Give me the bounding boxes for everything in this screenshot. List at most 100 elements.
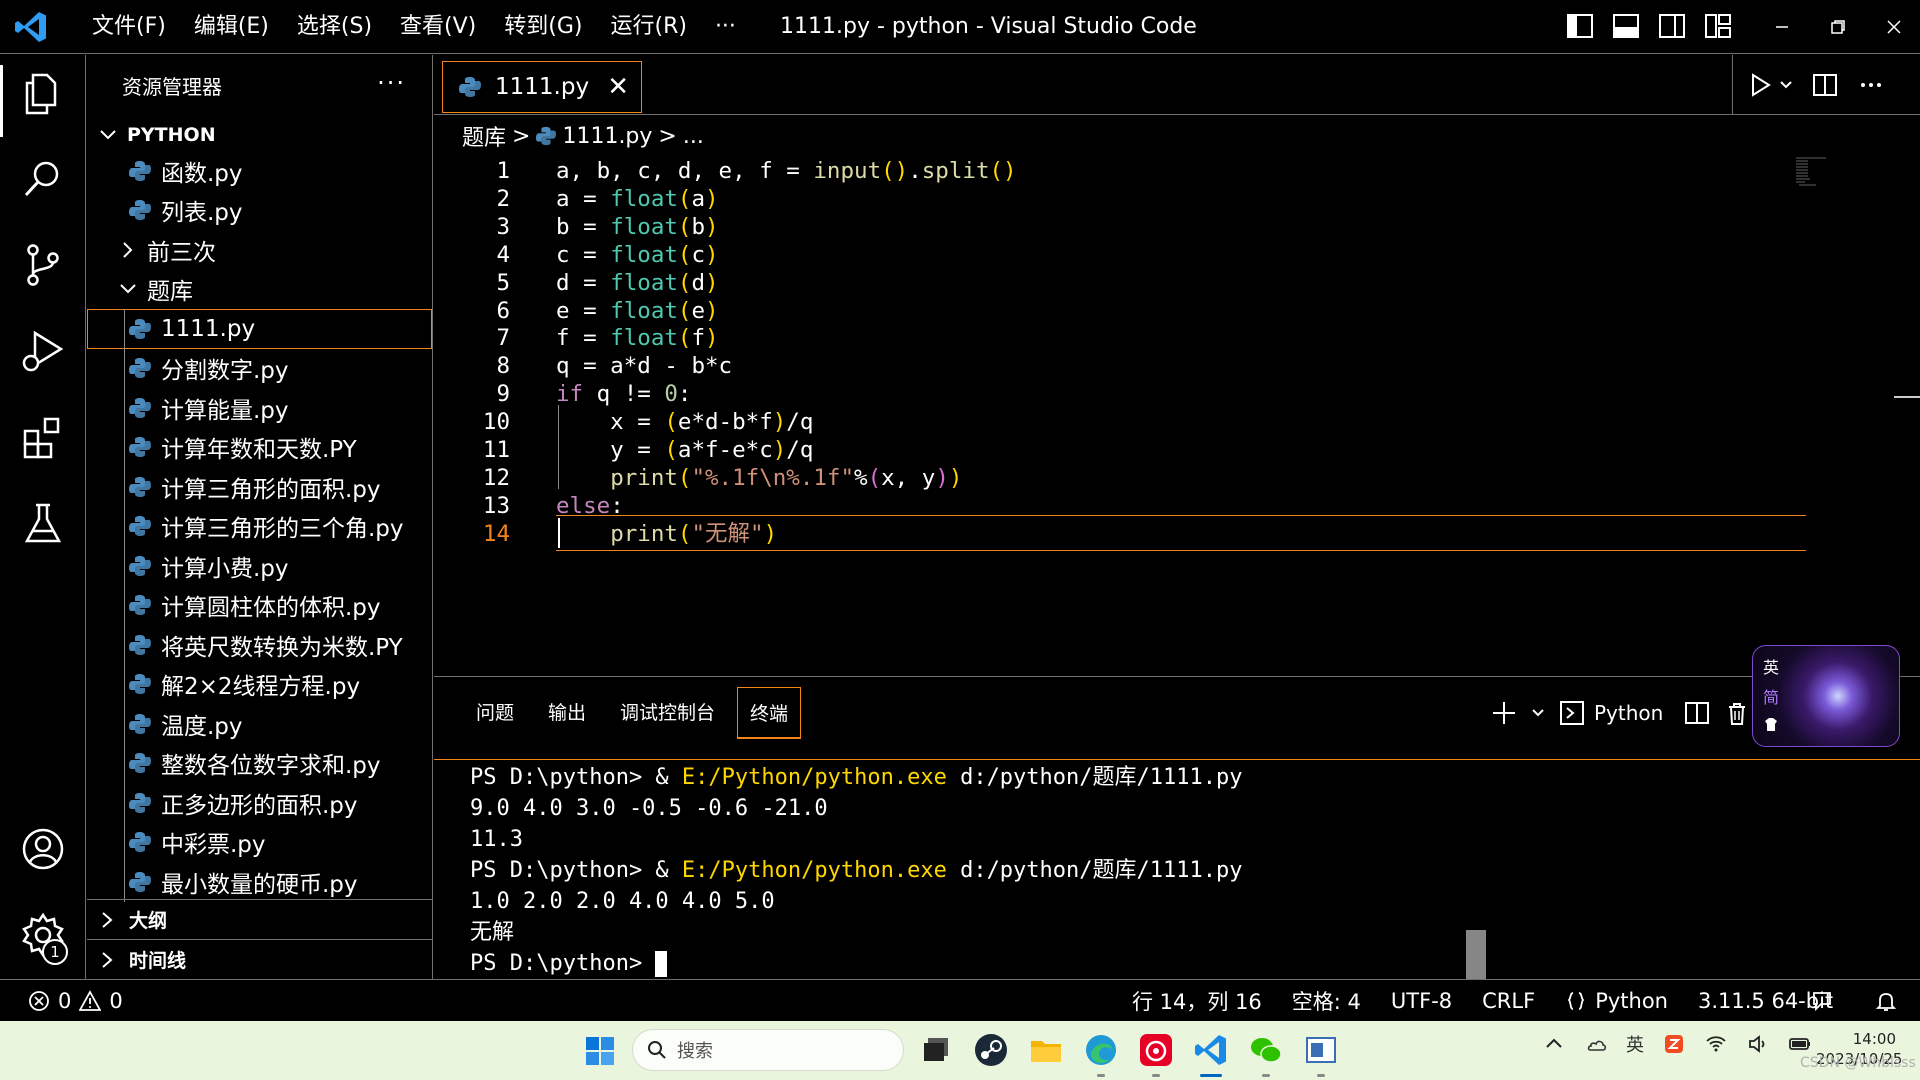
windows-start-icon[interactable]: [584, 1035, 616, 1067]
python-file-icon: [129, 753, 151, 774]
wechat-icon[interactable]: [1248, 1032, 1284, 1068]
run-debug-icon[interactable]: [19, 327, 67, 375]
tab-terminal[interactable]: 终端: [737, 687, 802, 739]
end-of-line[interactable]: CRLF: [1482, 989, 1535, 1013]
menu-go[interactable]: 转到(G): [490, 0, 596, 54]
tree-item-file[interactable]: 函数.py: [87, 151, 432, 191]
tree-item-file[interactable]: 计算小费.py: [87, 546, 432, 586]
ime-mode[interactable]: 简: [1763, 684, 1779, 708]
tab-output[interactable]: 输出: [536, 687, 598, 739]
menu-run[interactable]: 运行(R): [596, 0, 700, 54]
toggle-secondary-sidebar-icon[interactable]: [1658, 12, 1686, 40]
chevron-down-icon[interactable]: [1779, 71, 1793, 99]
tree-item-file[interactable]: 中彩票.py: [87, 822, 432, 862]
language-mode[interactable]: Python: [1565, 989, 1668, 1013]
code-line[interactable]: 14 print("无解"): [434, 517, 1794, 551]
menu-file[interactable]: 文件(F): [78, 0, 180, 54]
toggle-primary-sidebar-icon[interactable]: [1566, 12, 1594, 40]
terminal[interactable]: PS D:\python> & E:/Python/python.exe d:/…: [434, 759, 1920, 980]
tray-ime-indicator[interactable]: 英: [1626, 1031, 1644, 1057]
file-explorer-icon[interactable]: [1028, 1032, 1064, 1068]
terminal-shell-label[interactable]: Python: [1594, 701, 1663, 725]
problems-status[interactable]: 0 0: [28, 989, 123, 1013]
wifi-icon[interactable]: [1704, 1032, 1728, 1056]
edge-browser-icon[interactable]: [1083, 1032, 1119, 1068]
bell-icon[interactable]: [1874, 989, 1898, 1013]
tree-item-folder[interactable]: 题库: [87, 270, 432, 310]
battery-icon[interactable]: [1788, 1032, 1812, 1056]
tree-item-file[interactable]: 将英尺数转换为米数.PY: [87, 625, 432, 665]
menu-more[interactable]: ···: [701, 0, 750, 54]
tree-item-folder[interactable]: 前三次: [87, 230, 432, 270]
tree-item-file[interactable]: 计算三角形的三个角.py: [87, 506, 432, 546]
menu-edit[interactable]: 编辑(E): [180, 0, 283, 54]
toggle-panel-icon[interactable]: [1612, 12, 1640, 40]
tree-item-file[interactable]: 计算三角形的面积.py: [87, 467, 432, 507]
steam-icon[interactable]: [973, 1032, 1009, 1068]
vscode-logo-icon[interactable]: [14, 10, 48, 44]
search-icon[interactable]: [19, 155, 67, 203]
breadcrumb-file[interactable]: 1111.py: [562, 124, 652, 149]
breadcrumb-symbols[interactable]: ...: [683, 124, 704, 149]
tree-item-file[interactable]: 整数各位数字求和.py: [87, 743, 432, 783]
volume-icon[interactable]: [1746, 1032, 1770, 1056]
sogou-input-icon[interactable]: [1662, 1032, 1686, 1056]
vscode-taskbar-icon[interactable]: [1193, 1032, 1229, 1068]
code-editor[interactable]: 1 a, b, c, d, e, f = input().split() 2 a = …: [434, 156, 1920, 676]
new-terminal-icon[interactable]: [1490, 699, 1518, 727]
task-view-icon[interactable]: [918, 1032, 954, 1068]
run-python-file-icon[interactable]: [1747, 71, 1775, 99]
chevron-up-icon[interactable]: [1542, 1032, 1566, 1056]
ime-floating-widget[interactable]: 英 简: [1752, 645, 1900, 747]
tree-item-file[interactable]: 分割数字.py: [87, 348, 432, 388]
indentation[interactable]: 空格: 4: [1292, 986, 1361, 1016]
explorer-icon[interactable]: [19, 69, 67, 117]
encoding[interactable]: UTF-8: [1391, 989, 1452, 1013]
tree-item-file[interactable]: 温度.py: [87, 704, 432, 744]
split-editor-icon[interactable]: [1811, 71, 1839, 99]
trash-icon[interactable]: [1723, 699, 1751, 727]
restore-button[interactable]: [1810, 0, 1866, 54]
tab-close-button[interactable]: ✕: [607, 72, 629, 102]
minimize-button[interactable]: [1754, 0, 1810, 54]
timeline-section-header[interactable]: 时间线: [87, 939, 432, 979]
menu-view[interactable]: 查看(V): [386, 0, 490, 54]
terminal-line: 9.0 4.0 3.0 -0.5 -0.6 -21.0: [470, 793, 1920, 824]
tree-item-file[interactable]: 列表.py: [87, 191, 432, 231]
app-window-icon[interactable]: [1303, 1032, 1339, 1068]
tab-debug-console[interactable]: 调试控制台: [608, 687, 727, 739]
menu-selection[interactable]: 选择(S): [283, 0, 386, 54]
feedback-icon[interactable]: [1810, 989, 1834, 1013]
minimap[interactable]: [1796, 156, 1836, 186]
outline-section-header[interactable]: 大纲: [87, 899, 432, 939]
tree-item-label: 分割数字.py: [161, 358, 289, 385]
cursor-position[interactable]: 行 14，列 16: [1132, 986, 1262, 1016]
chevron-down-icon[interactable]: [1530, 699, 1546, 727]
tab-1111-py[interactable]: 1111.py ✕: [442, 61, 642, 113]
customize-layout-icon[interactable]: [1704, 12, 1732, 40]
tree-item-file[interactable]: 1111.py: [87, 309, 432, 349]
tree-item-file[interactable]: 解2×2线程方程.py: [87, 664, 432, 704]
tab-problems[interactable]: 问题: [464, 687, 526, 739]
close-button[interactable]: [1866, 0, 1920, 54]
extensions-icon[interactable]: [19, 413, 67, 461]
account-icon[interactable]: [19, 825, 67, 873]
ime-language[interactable]: 英: [1763, 654, 1779, 678]
tree-item-file[interactable]: 最小数量的硬币.py: [87, 862, 432, 902]
tree-root-python[interactable]: PYTHON: [87, 119, 432, 151]
breadcrumb-folder[interactable]: 题库: [462, 120, 506, 152]
onedrive-cloud-icon[interactable]: [1584, 1032, 1608, 1056]
netease-music-icon[interactable]: [1138, 1032, 1174, 1068]
split-terminal-icon[interactable]: [1683, 699, 1711, 727]
terminal-scrollbar[interactable]: [1466, 930, 1486, 980]
sidebar-more-actions-button[interactable]: ···: [377, 69, 406, 97]
ime-skin-icon[interactable]: [1762, 716, 1780, 734]
more-actions-icon[interactable]: [1857, 71, 1885, 99]
testing-icon[interactable]: [19, 499, 67, 547]
tree-item-file[interactable]: 正多边形的面积.py: [87, 783, 432, 823]
source-control-icon[interactable]: [19, 241, 67, 289]
taskbar-search[interactable]: 搜索: [632, 1029, 904, 1071]
tree-item-file[interactable]: 计算圆柱体的体积.py: [87, 585, 432, 625]
tree-item-file[interactable]: 计算年数和天数.PY: [87, 427, 432, 467]
tree-item-file[interactable]: 计算能量.py: [87, 388, 432, 428]
